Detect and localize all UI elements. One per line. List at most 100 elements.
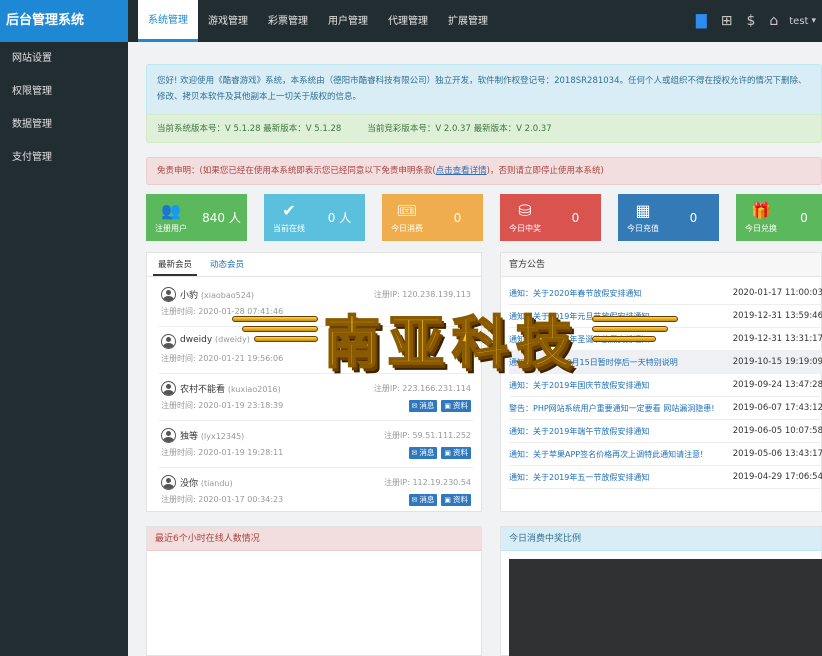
notice-date: 2019-09-24 13:47:28 bbox=[732, 380, 822, 390]
notice-row[interactable]: 通知：关于2020年春节放假安排通知 2020-01-17 11:00:03 bbox=[509, 282, 822, 305]
stat-today-spend[interactable]: 🎟 今日消费 0 bbox=[382, 194, 483, 241]
notice-title[interactable]: 通知：关于2019年五一节放假安排通知 bbox=[509, 472, 733, 483]
stat-label: 注册用户 bbox=[155, 223, 187, 233]
stat-value: 0 bbox=[800, 210, 808, 225]
notice-title[interactable]: 通知：关于2020年春节放假安排通知 bbox=[509, 288, 733, 299]
version-alert: 当前系统版本号：V 5.1.28 最新版本：V 5.1.28 当前竞彩版本号：V … bbox=[146, 114, 822, 143]
tab-game[interactable]: 游戏管理 bbox=[198, 0, 258, 42]
notice-row[interactable]: 通知：关于2019年国庆节放假安排通知 2019-09-24 13:47:28 bbox=[509, 374, 822, 397]
notice-row[interactable]: 警告：PHP网站系统用户重要通知一定要看 网站漏洞隐患! 2019-06-07 1… bbox=[509, 397, 822, 420]
sitemap-icon[interactable]: ⊞ bbox=[721, 13, 733, 29]
stat-value: 840 人 bbox=[202, 211, 241, 225]
notice-title[interactable]: 通知：关于苹果APP签名价格再次上调特此通知请注意! bbox=[509, 449, 733, 460]
sidebar-item-data[interactable]: 数据管理 bbox=[0, 108, 128, 141]
user-avatar-icon bbox=[161, 475, 176, 490]
ratio-chart-area bbox=[509, 559, 822, 656]
message-button[interactable]: ✉ 消息 bbox=[408, 494, 438, 506]
notice-title[interactable]: 通知：2019年10月15日暂时停后一天特别说明 bbox=[509, 357, 733, 368]
member-name[interactable]: 农村不能看 bbox=[180, 385, 225, 395]
notice-date: 2019-06-07 17:43:12 bbox=[732, 403, 822, 413]
tab-extension[interactable]: 扩展管理 bbox=[438, 0, 498, 42]
notice-row[interactable]: 通知：关于2019年圣诞节放假安排通知 2019-12-31 13:31:17 bbox=[509, 328, 822, 351]
profile-button-label: 资料 bbox=[453, 495, 468, 504]
member-account: (lyx12345) bbox=[200, 432, 245, 441]
notice-row[interactable]: 通知：关于苹果APP签名价格再次上调特此通知请注意! 2019-05-06 13:… bbox=[509, 443, 822, 466]
stat-value: 0 bbox=[453, 210, 462, 225]
notices-title: 官方公告 bbox=[501, 253, 821, 277]
member-row: 小豹 (xiaobao524) 注册时间: 2020-01-28 07:41:4… bbox=[159, 281, 473, 327]
sidebar-item-permissions[interactable]: 权限管理 bbox=[0, 75, 128, 108]
stat-label: 今日充值 bbox=[627, 223, 659, 233]
message-button-label: 消息 bbox=[419, 401, 435, 410]
message-button-label: 消息 bbox=[419, 495, 435, 504]
dollar-icon[interactable]: $ bbox=[746, 13, 755, 29]
sidebar-item-site-settings[interactable]: 网站设置 bbox=[0, 42, 128, 75]
stat-label: 今日兑换 bbox=[745, 223, 777, 233]
profile-button[interactable]: ▣ 资料 bbox=[441, 447, 471, 459]
notice-title[interactable]: 通知：关于2019年圣诞节放假安排通知 bbox=[509, 334, 733, 345]
stat-label: 今日中奖 bbox=[509, 223, 541, 233]
reg-time: 2020-01-19 19:28:11 bbox=[198, 448, 284, 457]
reg-ip-label: 注册IP: bbox=[384, 431, 413, 440]
ratio-panel-title: 今日消费中奖比例 bbox=[501, 527, 821, 551]
tab-user[interactable]: 用户管理 bbox=[318, 0, 378, 42]
user-menu[interactable]: test bbox=[789, 16, 808, 27]
member-account: (tiandu) bbox=[200, 479, 233, 488]
stat-registered-users[interactable]: 👥 注册用户 840 人 bbox=[146, 194, 247, 241]
tab-system[interactable]: 系统管理 bbox=[138, 0, 198, 42]
stat-label: 今日消费 bbox=[391, 223, 423, 233]
profile-button[interactable]: ▣ 资料 bbox=[441, 400, 471, 412]
profile-button[interactable]: ▣ 资料 bbox=[441, 494, 471, 506]
message-button[interactable]: ✉ 消息 bbox=[408, 447, 438, 459]
stat-today-recharge[interactable]: ▦ 今日充值 0 bbox=[618, 194, 719, 241]
member-name[interactable]: 独等 bbox=[180, 432, 198, 442]
member-row: dweidy (dweidy) 注册时间: 2020-01-21 19:56:0… bbox=[159, 328, 473, 374]
notice-row[interactable]: 通知：2019年10月15日暂时停后一天特别说明 2019-10-15 19:19… bbox=[509, 351, 822, 374]
monitor-icon[interactable]: ▇ bbox=[696, 13, 707, 29]
notice-title[interactable]: 通知：关于2019年元旦节放假安排通知 bbox=[509, 311, 733, 322]
notice-row[interactable]: 通知：关于2019年五一节放假安排通知 2019-04-29 17:06:54 bbox=[509, 466, 822, 489]
notice-date: 2020-01-17 11:00:03 bbox=[732, 288, 822, 298]
envelope-icon: ✉ bbox=[411, 496, 418, 504]
disclaimer-prefix: 免责申明：(如果您已经在使用本系统即表示您已经同意以下免责申明条款( bbox=[157, 166, 436, 176]
reg-time-label: 注册时间: bbox=[161, 307, 199, 316]
coins-icon: ⛁ bbox=[518, 200, 532, 220]
disclaimer-alert: 免责申明：(如果您已经在使用本系统即表示您已经同意以下免责申明条款(点击查看详情… bbox=[146, 157, 822, 185]
sidebar-item-payment[interactable]: 支付管理 bbox=[0, 141, 128, 174]
gift-icon: 🎁 bbox=[751, 200, 771, 220]
home-icon[interactable]: ⌂ bbox=[769, 13, 778, 29]
stat-label: 当前在线 bbox=[273, 223, 305, 233]
stat-value: 0 bbox=[689, 210, 698, 225]
user-avatar-icon bbox=[161, 334, 176, 349]
notice-title[interactable]: 通知：关于2019年端午节放假安排通知 bbox=[509, 426, 733, 437]
reg-time-label: 注册时间: bbox=[161, 354, 199, 363]
notice-date: 2019-12-31 13:59:46 bbox=[732, 311, 822, 321]
message-button[interactable]: ✉ 消息 bbox=[408, 400, 438, 412]
notice-row[interactable]: 通知：关于2019年端午节放假安排通知 2019-06-05 10:07:58 bbox=[509, 420, 822, 443]
tab-newest-members[interactable]: 最新会员 bbox=[153, 253, 198, 276]
chevron-down-icon[interactable]: ▾ bbox=[811, 16, 816, 26]
notices-panel: 官方公告 通知：关于2020年春节放假安排通知 2020-01-17 11:00:… bbox=[500, 252, 822, 512]
members-panel: 最新会员 动态会员 小豹 (xiaobao524) 注册时间: 2020-01-… bbox=[146, 252, 482, 512]
stat-online-now[interactable]: ✔ 当前在线 0 人 bbox=[264, 194, 365, 241]
reg-time-label: 注册时间: bbox=[161, 495, 199, 504]
stat-today-exchange[interactable]: 🎁 今日兑换 0 bbox=[736, 194, 822, 241]
disclaimer-link[interactable]: 点击查看详情 bbox=[436, 166, 487, 176]
reg-ip: 112.19.230.54 bbox=[412, 478, 471, 487]
reg-time: 2020-01-28 07:41:46 bbox=[198, 307, 284, 316]
notice-title[interactable]: 警告：PHP网站系统用户重要通知一定要看 网站漏洞隐患! bbox=[509, 403, 733, 414]
reg-ip-label: 注册IP: bbox=[373, 384, 403, 393]
online-users-panel: 最近6个小时在线人数情况 bbox=[146, 526, 482, 656]
notice-row[interactable]: 通知：关于2019年元旦节放假安排通知 2019-12-31 13:59:46 bbox=[509, 305, 822, 328]
tab-agent[interactable]: 代理管理 bbox=[378, 0, 438, 42]
member-name[interactable]: 小豹 bbox=[180, 291, 198, 301]
envelope-icon: ✉ bbox=[411, 402, 418, 410]
member-name[interactable]: dweidy bbox=[180, 335, 212, 345]
tab-active-members[interactable]: 动态会员 bbox=[205, 253, 249, 276]
id-card-icon: ▣ bbox=[444, 402, 451, 410]
stat-value: 0 人 bbox=[327, 211, 352, 225]
notice-title[interactable]: 通知：关于2019年国庆节放假安排通知 bbox=[509, 380, 733, 391]
tab-lottery[interactable]: 彩票管理 bbox=[258, 0, 318, 42]
stat-today-wins[interactable]: ⛁ 今日中奖 0 bbox=[500, 194, 601, 241]
member-name[interactable]: 没你 bbox=[180, 479, 198, 489]
